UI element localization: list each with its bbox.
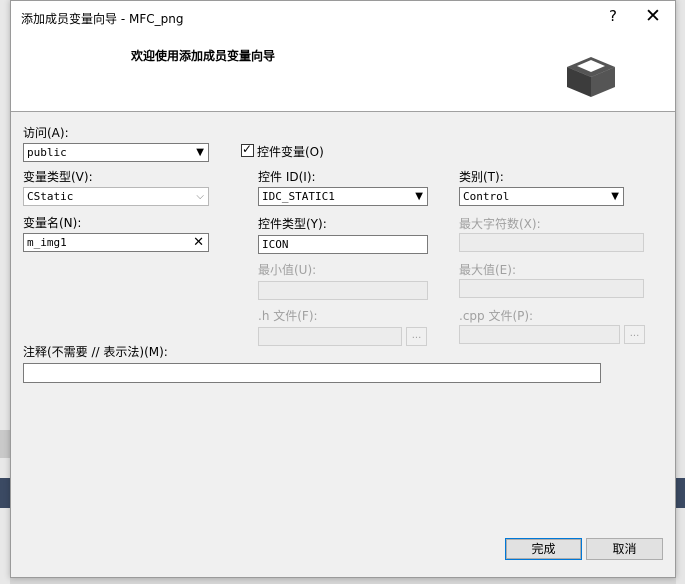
window-title: 添加成员变量向导 - MFC_png bbox=[21, 12, 184, 26]
finish-button[interactable]: 完成 bbox=[505, 538, 582, 560]
h-file-label: .h 文件(F): bbox=[258, 309, 318, 323]
h-file-input bbox=[258, 327, 402, 346]
control-type-value: ICON bbox=[262, 238, 289, 251]
var-type-label: 变量类型(V): bbox=[23, 170, 93, 184]
chevron-down-icon: ▼ bbox=[611, 191, 619, 202]
chevron-down-icon: ⌵ bbox=[196, 191, 204, 202]
category-value: Control bbox=[463, 190, 510, 203]
control-var-label: 控件变量(O) bbox=[257, 145, 324, 159]
access-value: public bbox=[27, 146, 67, 159]
add-member-variable-dialog: 添加成员变量向导 - MFC_png ? ✕ 欢迎使用添加成员变量向导 访问(A… bbox=[10, 0, 676, 578]
cpp-file-browse-button: ... bbox=[624, 325, 645, 344]
var-name-value: m_img1 bbox=[27, 236, 67, 249]
title-bar: 添加成员变量向导 - MFC_png ? ✕ bbox=[11, 1, 675, 33]
control-id-combo[interactable]: IDC_STATIC1 ▼ bbox=[258, 187, 428, 206]
var-type-value: CStatic bbox=[27, 190, 74, 203]
control-id-value: IDC_STATIC1 bbox=[262, 190, 335, 203]
control-id-label: 控件 ID(I): bbox=[258, 170, 316, 184]
close-button[interactable]: ✕ bbox=[641, 5, 665, 27]
box-icon bbox=[567, 57, 615, 97]
background-panel bbox=[0, 430, 10, 458]
background-panel bbox=[0, 478, 10, 508]
cpp-file-label: .cpp 文件(P): bbox=[459, 309, 534, 323]
max-value-label: 最大值(E): bbox=[459, 263, 516, 277]
comment-label: 注释(不需要 // 表示法)(M): bbox=[23, 345, 168, 359]
access-combo[interactable]: public ▼ bbox=[23, 143, 209, 162]
background-panel bbox=[676, 478, 685, 508]
max-chars-label: 最大字符数(X): bbox=[459, 217, 541, 231]
var-name-input[interactable]: m_img1 ✕ bbox=[23, 233, 209, 252]
clear-icon[interactable]: ✕ bbox=[193, 234, 204, 251]
var-type-combo[interactable]: CStatic ⌵ bbox=[23, 187, 209, 206]
var-name-label: 变量名(N): bbox=[23, 216, 82, 230]
chevron-down-icon: ▼ bbox=[196, 147, 204, 158]
cancel-button[interactable]: 取消 bbox=[586, 538, 663, 560]
wizard-welcome-text: 欢迎使用添加成员变量向导 bbox=[131, 49, 276, 63]
chevron-down-icon: ▼ bbox=[415, 191, 423, 202]
h-file-browse-button: ... bbox=[406, 327, 427, 346]
max-value-input bbox=[459, 279, 644, 298]
max-chars-input bbox=[459, 233, 644, 252]
control-var-checkbox[interactable]: ✓ bbox=[241, 142, 254, 157]
cpp-file-input bbox=[459, 325, 620, 344]
access-label: 访问(A): bbox=[23, 126, 69, 140]
category-label: 类别(T): bbox=[459, 170, 504, 184]
category-combo[interactable]: Control ▼ bbox=[459, 187, 624, 206]
min-value-label: 最小值(U): bbox=[258, 263, 317, 277]
control-type-input[interactable]: ICON bbox=[258, 235, 428, 254]
min-value-input bbox=[258, 281, 428, 300]
checkmark-icon: ✓ bbox=[242, 142, 253, 156]
comment-input[interactable] bbox=[23, 363, 601, 383]
help-button[interactable]: ? bbox=[603, 7, 623, 25]
control-type-label: 控件类型(Y): bbox=[258, 217, 327, 231]
wizard-header: 欢迎使用添加成员变量向导 bbox=[11, 33, 675, 112]
